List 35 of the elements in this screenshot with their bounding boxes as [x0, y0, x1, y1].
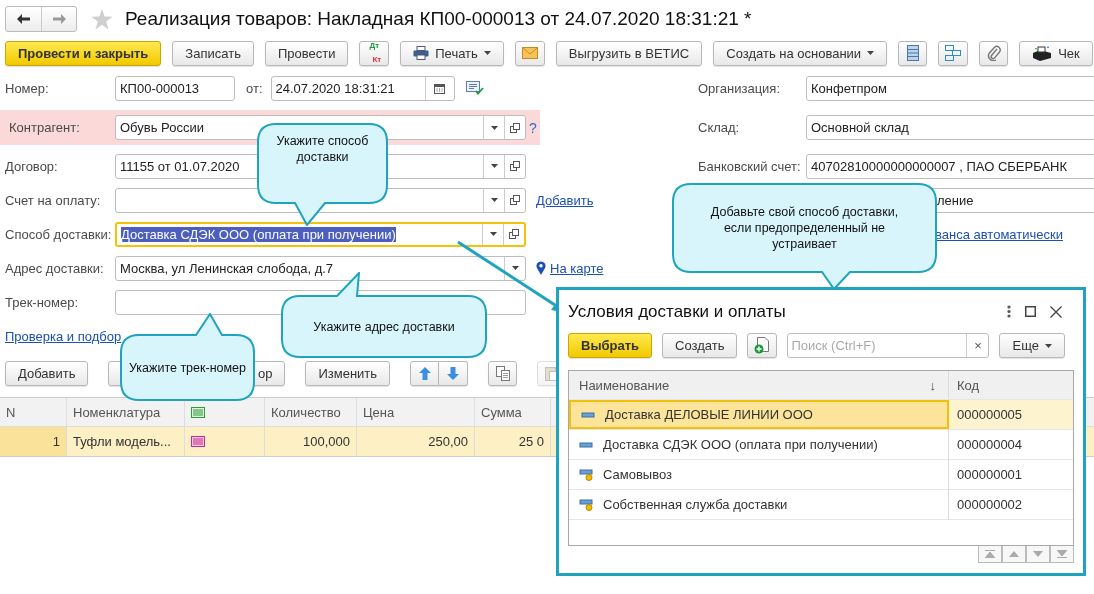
field-label: Договор: [5, 158, 59, 174]
table-cell: 000000002 [957, 497, 1023, 512]
callout-text: Укажите способ доставки [275, 133, 370, 165]
table-cell: 000000005 [957, 407, 1023, 422]
table-cell: Доставка ДЕЛОВЫЕ ЛИНИИ ООО [605, 407, 813, 422]
table-cell: Туфли модель... [67, 427, 185, 456]
table-cell: 100,000 [265, 427, 357, 456]
sort-arrow: ↓ [929, 377, 936, 393]
callout-text: Укажите адрес доставки [313, 319, 455, 335]
table-cell: Доставка СДЭК ООО (оплата при получении) [603, 437, 878, 452]
field-label: Склад: [698, 119, 741, 135]
table-cell: 250,00 [357, 427, 475, 456]
field-label: Банковский счет: [698, 158, 802, 174]
column-header: Цена [357, 398, 475, 426]
table-cell: 000000001 [957, 467, 1023, 482]
callout-text: Добавьте свой способ доставки, если предопределенный не устраивает [709, 203, 900, 252]
table-cell: 000000004 [957, 437, 1023, 452]
callout-text: Укажите трек-номер [128, 360, 246, 376]
table-cell: Самовывоз [603, 467, 672, 482]
column-header: Количество [265, 398, 357, 426]
field-label: Способ доставки: [5, 226, 113, 242]
table-cell: 1 [0, 427, 67, 456]
table-cell: Собственная служба доставки [603, 497, 788, 512]
field-label: Номер: [5, 80, 50, 96]
field-label: Трек-номер: [5, 294, 80, 310]
field-label: Контрагент: [8, 120, 81, 135]
column-header: N [0, 398, 67, 426]
column-header: Сумма [475, 398, 551, 426]
table-cell: 25 0 [475, 427, 551, 456]
field-label: Счет на оплату: [5, 192, 102, 208]
field-label: Организация: [698, 80, 782, 96]
window-title: Реализация товаров: Накладная КП00-000013 от 24.07.2020 18:31:21 * [125, 8, 752, 30]
field-label: от: [246, 80, 263, 96]
field-label: Адрес доставки: [5, 260, 105, 276]
dialog-title: Условия доставки и оплаты [568, 301, 787, 322]
